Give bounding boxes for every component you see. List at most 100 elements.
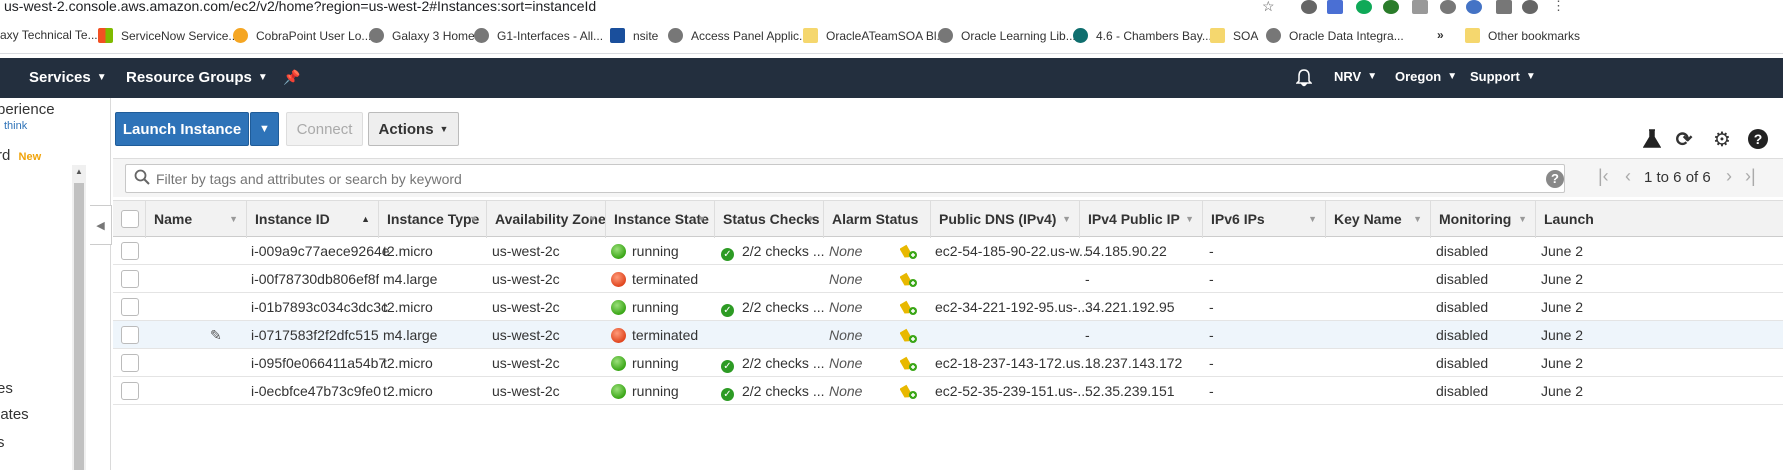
extension-icon[interactable] — [1327, 0, 1343, 14]
column-header-ipv6-ips[interactable]: IPv6 IPs ▼ — [1203, 201, 1326, 238]
gear-icon[interactable]: ⚙ — [1710, 127, 1734, 151]
kebab-menu-icon[interactable]: ⋮ — [1552, 0, 1568, 14]
extension-icon[interactable] — [1383, 0, 1399, 14]
extension-icon[interactable] — [1412, 0, 1428, 14]
flask-icon[interactable] — [1640, 127, 1664, 151]
connect-button[interactable]: Connect — [286, 112, 363, 146]
sidebar-item-instances[interactable]: es — [0, 380, 13, 397]
bookmark-item[interactable]: axy Technical Te... — [0, 28, 98, 42]
table-row[interactable]: i-009a9c77aece9264e t2.micro us-west-2c … — [113, 237, 1783, 265]
create-alarm-icon[interactable] — [900, 298, 918, 316]
bookmark-item[interactable]: Oracle Data Integra... — [1266, 28, 1404, 43]
column-header-name[interactable]: Name ▼ — [146, 201, 247, 238]
support-menu[interactable]: Support ▼ — [1470, 69, 1536, 84]
scroll-up-icon[interactable]: ▲ — [75, 167, 83, 176]
ipv4-public-ip: 52.35.239.151 — [1085, 383, 1175, 399]
bookmarks-overflow-button[interactable]: » — [1437, 28, 1444, 42]
bell-icon[interactable] — [1296, 69, 1312, 87]
column-header-ipv4-public-ip[interactable]: IPv4 Public IP ▼ — [1080, 201, 1203, 238]
search-input[interactable] — [156, 168, 1526, 189]
browser-url-bar[interactable]: us-west-2.console.aws.amazon.com/ec2/v2/… — [0, 0, 1783, 15]
column-header-availability-zone[interactable]: Availability Zone ▼ — [487, 201, 606, 238]
column-header-alarm-status[interactable]: Alarm Status — [824, 201, 931, 238]
scroll-thumb[interactable] — [74, 183, 84, 470]
sidebar-item-launch-templates[interactable]: lates — [0, 406, 29, 423]
last-page-icon[interactable]: ›| — [1745, 166, 1756, 187]
collapse-sidebar-button[interactable]: ◀ — [90, 205, 112, 245]
instance-id[interactable]: i-0ecbfce47b73c9fe0 — [251, 377, 381, 405]
column-header-key-name[interactable]: Key Name ▼ — [1326, 201, 1431, 238]
region-menu[interactable]: Oregon ▼ — [1395, 69, 1457, 84]
instance-id[interactable]: i-095f0e066411a54b7 — [251, 349, 386, 377]
bookmark-item[interactable]: nsite — [610, 28, 658, 43]
column-header-instance-type[interactable]: Instance Type ▼ — [379, 201, 487, 238]
filter-search-box[interactable]: ? — [125, 164, 1565, 193]
launch-instance-dropdown[interactable]: ▼ — [250, 112, 279, 146]
help-icon[interactable]: ? — [1746, 127, 1770, 151]
url-text[interactable]: us-west-2.console.aws.amazon.com/ec2/v2/… — [4, 0, 596, 13]
sidebar-scrollbar[interactable]: ▲ — [72, 165, 86, 470]
row-checkbox[interactable] — [121, 270, 139, 288]
row-checkbox[interactable] — [121, 354, 139, 372]
filter-help-icon[interactable]: ? — [1546, 170, 1564, 188]
star-icon[interactable]: ☆ — [1262, 0, 1278, 14]
bookmark-item[interactable]: Oracle Learning Lib... — [938, 28, 1076, 43]
sidebar-item-spot-requests[interactable]: s — [0, 434, 5, 451]
services-menu[interactable]: Services ▼ — [29, 69, 107, 86]
row-checkbox[interactable] — [121, 298, 139, 316]
row-checkbox[interactable] — [121, 242, 139, 260]
bookmark-item[interactable]: CobraPoint User Lo... — [233, 28, 371, 43]
instance-id[interactable]: i-0717583f2f2dfc515 — [251, 321, 379, 349]
extension-icon[interactable] — [1301, 0, 1317, 14]
first-page-icon[interactable]: |‹ — [1598, 166, 1609, 187]
public-dns: ec2-54-185-90-22.us-w... — [935, 243, 1091, 259]
puzzle-icon[interactable] — [1496, 0, 1512, 14]
previous-page-icon[interactable]: ‹ — [1625, 166, 1631, 187]
other-bookmarks[interactable]: Other bookmarks — [1465, 28, 1580, 43]
bookmark-item[interactable]: G1-Interfaces - All... — [474, 28, 603, 43]
row-checkbox[interactable] — [121, 326, 139, 344]
row-checkbox[interactable] — [121, 382, 139, 400]
avatar[interactable] — [1522, 0, 1538, 14]
bookmark-item[interactable]: SOA — [1210, 28, 1258, 43]
create-alarm-icon[interactable] — [900, 242, 918, 260]
extension-icon[interactable] — [1440, 0, 1456, 14]
column-header-launch-time[interactable]: Launch — [1536, 201, 1783, 238]
bookmark-item[interactable]: Access Panel Applic... — [668, 28, 809, 43]
bookmark-item[interactable]: 4.6 - Chambers Bay... — [1073, 28, 1212, 43]
sort-icon: ▼ — [1062, 214, 1071, 224]
resource-groups-menu[interactable]: Resource Groups ▼ — [126, 69, 268, 86]
create-alarm-icon[interactable] — [900, 270, 918, 288]
sidebar-feedback-link[interactable]: think — [4, 120, 27, 132]
actions-button[interactable]: Actions ▼ — [368, 112, 459, 146]
instance-id[interactable]: i-01b7893c034c3dc3c — [251, 293, 388, 321]
bookmark-item[interactable]: ServiceNow Service... — [98, 28, 238, 43]
create-alarm-icon[interactable] — [900, 354, 918, 372]
refresh-icon[interactable]: ⟳ — [1672, 127, 1696, 151]
table-row[interactable]: i-01b7893c034c3dc3c t2.micro us-west-2c … — [113, 293, 1783, 321]
edit-name-icon[interactable]: ✎ — [210, 321, 222, 349]
pin-icon[interactable]: 📌 — [283, 69, 300, 86]
instance-id[interactable]: i-00f78730db806ef8f — [251, 265, 379, 293]
column-header-instance-id[interactable]: Instance ID ▲ — [247, 201, 379, 238]
instance-id[interactable]: i-009a9c77aece9264e — [251, 237, 390, 265]
sidebar-item-dashboard[interactable]: rd New — [0, 147, 41, 164]
table-row[interactable]: i-0ecbfce47b73c9fe0 t2.micro us-west-2c … — [113, 377, 1783, 405]
create-alarm-icon[interactable] — [900, 382, 918, 400]
column-header-monitoring[interactable]: Monitoring ▼ — [1431, 201, 1536, 238]
launch-instance-button[interactable]: Launch Instance — [115, 112, 249, 146]
column-header-public-dns[interactable]: Public DNS (IPv4) ▼ — [931, 201, 1080, 238]
table-row[interactable]: i-095f0e066411a54b7 t2.micro us-west-2c … — [113, 349, 1783, 377]
extension-icon[interactable] — [1466, 0, 1482, 14]
table-row[interactable]: i-00f78730db806ef8f m4.large us-west-2c … — [113, 265, 1783, 293]
column-header-status-checks[interactable]: Status Checks ▼ — [715, 201, 824, 238]
account-menu[interactable]: NRV ▼ — [1334, 69, 1377, 84]
bookmark-item[interactable]: Galaxy 3 Home — [369, 28, 475, 43]
column-header-instance-state[interactable]: Instance State ▼ — [606, 201, 715, 238]
table-row[interactable]: ✎ i-0717583f2f2dfc515 m4.large us-west-2… — [113, 321, 1783, 349]
next-page-icon[interactable]: › — [1726, 166, 1732, 187]
bookmark-item[interactable]: OracleATeamSOA Bl... — [803, 28, 947, 43]
select-all-checkbox[interactable] — [121, 210, 139, 228]
create-alarm-icon[interactable] — [900, 326, 918, 344]
extension-icon[interactable] — [1356, 0, 1372, 14]
